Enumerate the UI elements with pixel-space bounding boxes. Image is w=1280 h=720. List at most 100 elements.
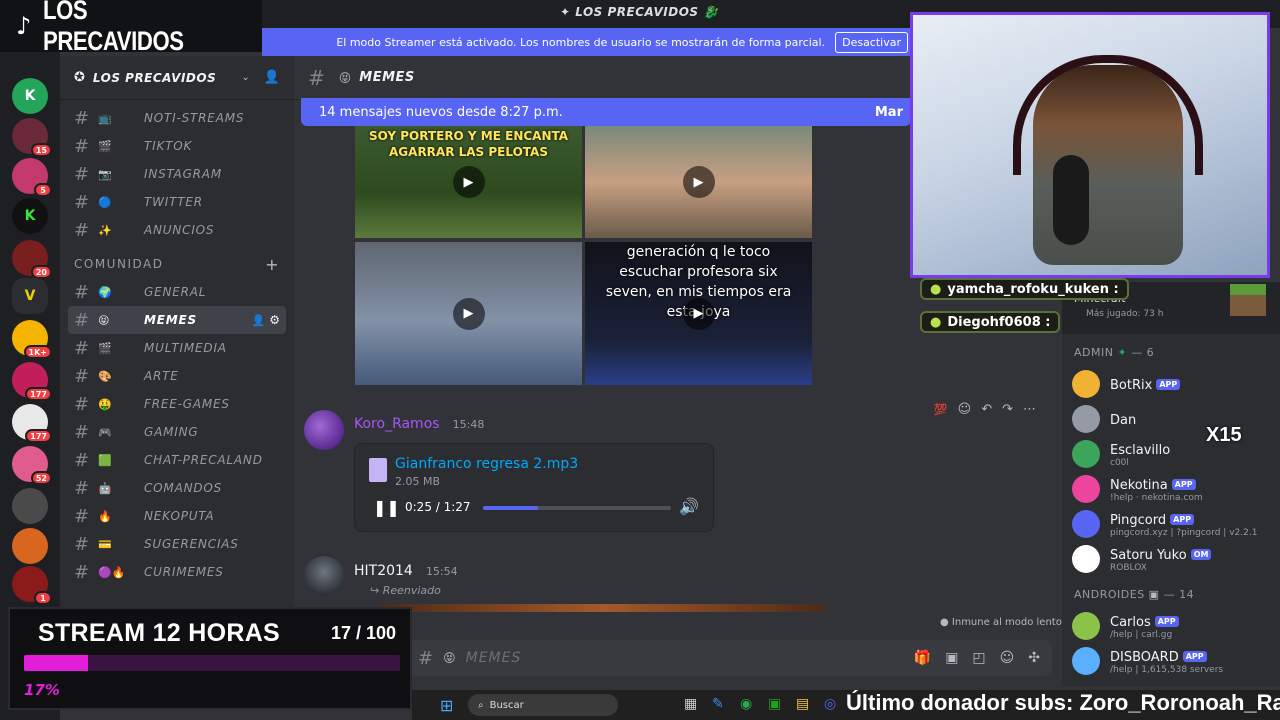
member-item[interactable]: Carlos APP/help | carl.gg xyxy=(1062,608,1280,643)
channel-hash-icon: # xyxy=(74,191,90,213)
server-icon[interactable]: 52 xyxy=(12,446,52,485)
message-author[interactable]: Koro_Ramos xyxy=(354,416,440,432)
channel-memes[interactable]: # 😝 MEMES 👤 ⚙ xyxy=(68,306,286,334)
play-icon[interactable]: ▶ xyxy=(452,166,485,198)
member-item[interactable]: Nekotina APP !help · nekotina.com xyxy=(1062,471,1280,506)
channel-hash-icon: # xyxy=(74,421,90,443)
video-thumbnail[interactable]: ▶ xyxy=(585,126,812,238)
new-messages-bar[interactable]: 14 mensajes nuevos desde 8:27 p.m. Mar xyxy=(301,98,911,126)
play-icon[interactable]: ▶ xyxy=(682,297,715,330)
taskbar-app-icon[interactable]: ✎ xyxy=(712,696,724,712)
avatar[interactable] xyxy=(304,410,344,450)
invite-icon[interactable]: 👤 xyxy=(252,314,266,327)
channel-comandos[interactable]: # 🤖 COMANDOS xyxy=(68,474,286,502)
forward-icon[interactable]: ↷ xyxy=(1002,402,1013,417)
server-icon[interactable]: 1 xyxy=(12,566,52,605)
channel-noti-streams[interactable]: # 📺 NOTI-STREAMS xyxy=(68,104,286,132)
member-info: Dan xyxy=(1110,409,1136,428)
member-item[interactable]: Dan xyxy=(1062,401,1280,436)
add-channel-icon[interactable]: + xyxy=(265,255,280,274)
message-author[interactable]: HIT2014 xyxy=(354,563,413,579)
member-info: Esclavillo c00l xyxy=(1110,439,1170,468)
play-icon[interactable]: ▶ xyxy=(682,166,715,198)
server-icon[interactable] xyxy=(12,488,48,524)
channel-emoji: 🤑 xyxy=(98,397,112,411)
member-item[interactable]: BotRix APP xyxy=(1062,366,1280,401)
taskbar-app-icon[interactable]: ◉ xyxy=(740,696,752,712)
channel-multimedia[interactable]: # 🎬 MULTIMEDIA xyxy=(68,334,286,362)
channel-sugerencias[interactable]: # 💳 SUGERENCIAS xyxy=(68,530,286,558)
channel-nekoputa[interactable]: # 🔥 NEKOPUTA xyxy=(68,502,286,530)
pause-icon[interactable]: ❚❚ xyxy=(373,498,400,517)
member-item[interactable]: DISBOARD APP/help | 1,615,538 servers xyxy=(1062,643,1280,678)
channel-general[interactable]: # 🌍 GENERAL xyxy=(68,278,286,306)
gif-icon[interactable]: ▣ xyxy=(945,650,958,666)
emoji-icon[interactable]: ☺ xyxy=(1000,650,1015,666)
channel-hash-icon: # xyxy=(74,337,90,359)
channel-instagram[interactable]: # 📷 INSTAGRAM xyxy=(68,160,286,188)
direct-messages-button[interactable]: K xyxy=(12,78,48,114)
taskbar-app-icon[interactable]: ▦ xyxy=(684,696,697,712)
audio-attachment: Gianfranco regresa 2.mp3 2.05 MB ❚❚ 0:25… xyxy=(354,443,714,532)
discord-icon[interactable]: ◎ xyxy=(824,696,836,712)
channel-gaming[interactable]: # 🎮 GAMING xyxy=(68,418,286,446)
attachment-filename[interactable]: Gianfranco regresa 2.mp3 xyxy=(395,456,578,472)
windows-start-icon[interactable]: ⊞ xyxy=(440,696,453,715)
channel-arte[interactable]: # 🎨 ARTE xyxy=(68,362,286,390)
channel-hash-icon: # xyxy=(74,281,90,303)
gift-icon[interactable]: 🎁 xyxy=(914,650,931,666)
avatar xyxy=(1072,646,1100,675)
channel-tiktok[interactable]: # 🎬 TIKTOK xyxy=(68,132,286,160)
member-item[interactable]: Esclavillo c00l xyxy=(1062,436,1280,471)
taskbar-app-icon[interactable]: ▤ xyxy=(796,696,809,712)
channel-free-games[interactable]: # 🤑 FREE-GAMES xyxy=(68,390,286,418)
server-icon[interactable]: 20 xyxy=(12,240,52,279)
video-thumbnail[interactable]: SOY PORTERO Y ME ENCANTA AGARRAR LAS PEL… xyxy=(355,126,582,238)
server-icon[interactable]: 5 xyxy=(12,158,52,197)
channel-hash-icon: # xyxy=(74,135,90,157)
reply-icon[interactable]: ↶ xyxy=(981,402,992,417)
video-thumbnail[interactable]: ▶ xyxy=(355,242,582,385)
server-icon[interactable] xyxy=(12,528,48,564)
gear-icon[interactable]: ⚙ xyxy=(269,313,280,327)
sticker-icon[interactable]: ◰ xyxy=(972,650,985,666)
admin-members: BotRix APP Dan Esclavillo c00l Nekotina APP !he… xyxy=(1062,366,1280,576)
message-composer[interactable]: # 😝 MEMES 🎁 ▣ ◰ ☺ ✣ xyxy=(404,640,1052,676)
server-icon[interactable]: K xyxy=(12,198,48,234)
channel-anuncios[interactable]: # ✨ ANUNCIOS xyxy=(68,216,286,244)
channel-hash-icon: # xyxy=(74,219,90,241)
streamer-mode-banner: El modo Streamer está activado. Los nomb… xyxy=(262,28,912,56)
add-member-icon[interactable]: 👤 xyxy=(264,70,280,85)
volume-icon[interactable]: 🔊 xyxy=(679,497,699,516)
avatar[interactable] xyxy=(304,556,344,596)
audio-progress-fill xyxy=(483,506,538,510)
taskbar-app-icon[interactable]: ▣ xyxy=(768,696,781,712)
member-item[interactable]: Pingcord APP pingcord.xyz | ?pingcord | v2… xyxy=(1062,506,1280,541)
member-item[interactable]: Satoru Yuko OM ROBLOX xyxy=(1062,541,1280,576)
apps-icon[interactable]: ✣ xyxy=(1028,650,1040,666)
headset-icon xyxy=(1013,55,1203,175)
disable-streamer-mode-button[interactable]: Desactivar xyxy=(835,31,908,53)
channel-curimemes[interactable]: # 🟣🔥 CURIMEMES xyxy=(68,558,286,586)
mark-read-text[interactable]: Mar xyxy=(875,105,903,120)
forwarded-embed xyxy=(380,604,826,612)
server-header[interactable]: ✪ LOS PRECAVIDOS ⌄ 👤 xyxy=(60,56,294,100)
channel-chat-precaland[interactable]: # 🟩 CHAT-PRECALAND xyxy=(68,446,286,474)
audio-seek-bar[interactable] xyxy=(483,506,671,510)
taskbar-search[interactable]: ⌕ Buscar xyxy=(468,694,618,716)
server-icon[interactable]: 15 xyxy=(12,118,52,157)
play-icon[interactable]: ▶ xyxy=(452,297,485,330)
category-comunidad[interactable]: COMUNIDAD + xyxy=(60,250,294,278)
server-icon[interactable]: 177 xyxy=(12,362,52,401)
channel-label: TIKTOK xyxy=(144,139,193,153)
reaction-emoji[interactable]: 💯 xyxy=(934,403,948,416)
server-icon[interactable]: 177 xyxy=(12,404,52,443)
channel-twitter[interactable]: # 🔵 TWITTER xyxy=(68,188,286,216)
member-name: Satoru Yuko xyxy=(1110,548,1187,563)
avatar xyxy=(1072,509,1100,538)
more-icon[interactable]: ⋯ xyxy=(1023,402,1036,417)
server-icon-active[interactable]: V xyxy=(12,278,48,314)
server-icon[interactable]: 1K+ xyxy=(12,320,52,359)
video-thumbnail[interactable]: generación q le toco escuchar profesora … xyxy=(585,242,812,385)
add-reaction-icon[interactable]: ☺ xyxy=(958,402,972,417)
